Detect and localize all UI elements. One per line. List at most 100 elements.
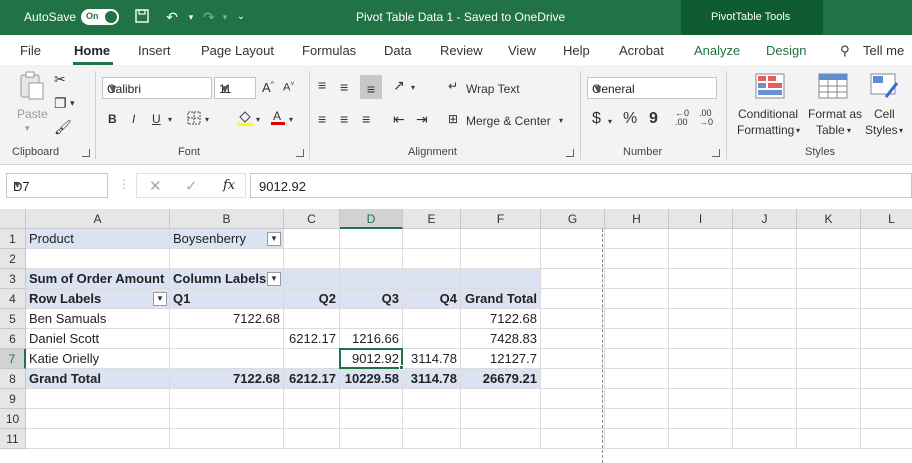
cell-c8[interactable]: 6212.17	[284, 369, 340, 389]
cell-j8[interactable]	[733, 369, 797, 389]
cell-k10[interactable]	[797, 409, 861, 429]
cell-c3[interactable]	[284, 269, 340, 289]
bold-button[interactable]: B	[108, 112, 117, 126]
cell-e4[interactable]: Q4	[403, 289, 461, 309]
paste-dropdown-icon[interactable]: ▾	[25, 123, 30, 134]
cell-i2[interactable]	[669, 249, 733, 269]
cell-k6[interactable]	[797, 329, 861, 349]
row-labels-dropdown-icon[interactable]: ▼	[153, 292, 167, 306]
cell-a4[interactable]: Row Labels	[26, 289, 170, 309]
cell-a10[interactable]	[26, 409, 170, 429]
tab-analyze[interactable]: Analyze	[694, 43, 740, 58]
orientation-dropdown-icon[interactable]: ▾	[411, 83, 415, 92]
cell-g1[interactable]	[541, 229, 605, 249]
formula-input[interactable]: 9012.92	[250, 173, 912, 198]
align-bottom-icon[interactable]: ≡	[360, 75, 382, 99]
cell-i6[interactable]	[669, 329, 733, 349]
cell-b4[interactable]: Q1	[170, 289, 284, 309]
cell-h9[interactable]	[605, 389, 669, 409]
cell-l11[interactable]	[861, 429, 912, 449]
cell-i1[interactable]	[669, 229, 733, 249]
cell-c10[interactable]	[284, 409, 340, 429]
tab-home[interactable]: Home	[74, 43, 110, 58]
cell-j6[interactable]	[733, 329, 797, 349]
cell-j2[interactable]	[733, 249, 797, 269]
cut-icon[interactable]: ✂	[54, 71, 66, 88]
cell-l1[interactable]	[861, 229, 912, 249]
column-header-g[interactable]: G	[541, 209, 605, 229]
cell-b8[interactable]: 7122.68	[170, 369, 284, 389]
cell-e5[interactable]	[403, 309, 461, 329]
tab-insert[interactable]: Insert	[138, 43, 171, 58]
decrease-indent-icon[interactable]: ⇤	[393, 111, 405, 128]
cell-l4[interactable]	[861, 289, 912, 309]
cell-f8[interactable]: 26679.21	[461, 369, 541, 389]
underline-dropdown-icon[interactable]: ▾	[168, 115, 172, 124]
merge-dropdown-icon[interactable]: ▾	[559, 116, 563, 125]
cell-d9[interactable]	[340, 389, 403, 409]
conditional-formatting-icon[interactable]	[755, 73, 785, 102]
cell-k1[interactable]	[797, 229, 861, 249]
font-launcher-icon[interactable]	[296, 149, 304, 157]
cell-i4[interactable]	[669, 289, 733, 309]
tab-page-layout[interactable]: Page Layout	[201, 43, 274, 58]
cell-j10[interactable]	[733, 409, 797, 429]
orientation-icon[interactable]: ↗	[393, 77, 405, 94]
cell-e2[interactable]	[403, 249, 461, 269]
cell-h6[interactable]	[605, 329, 669, 349]
column-header-i[interactable]: I	[669, 209, 733, 229]
cell-a1[interactable]: Product	[26, 229, 170, 249]
column-header-l[interactable]: L	[861, 209, 912, 229]
cell-styles-line2[interactable]: Styles	[865, 123, 898, 137]
cell-i9[interactable]	[669, 389, 733, 409]
font-size-select[interactable]: 11 ▼	[214, 77, 256, 99]
row-header-10[interactable]: 10	[0, 409, 26, 429]
row-header-11[interactable]: 11	[0, 429, 26, 449]
cell-e7[interactable]: 3114.78	[403, 349, 461, 369]
cell-i7[interactable]	[669, 349, 733, 369]
row-header-4[interactable]: 4	[0, 289, 26, 309]
row-header-8[interactable]: 8	[0, 369, 26, 389]
cell-b10[interactable]	[170, 409, 284, 429]
fill-color-icon[interactable]	[236, 109, 254, 130]
cell-l10[interactable]	[861, 409, 912, 429]
chevron-down-icon[interactable]: ▾	[847, 126, 851, 135]
autosave-toggle[interactable]: On	[81, 9, 119, 25]
copy-icon[interactable]: ❐	[54, 95, 67, 112]
cell-d8[interactable]: 10229.58	[340, 369, 403, 389]
tell-me-search-icon[interactable]: ⚲	[840, 43, 850, 59]
cell-h7[interactable]	[605, 349, 669, 369]
name-box[interactable]: D7 ▼	[6, 173, 108, 198]
cell-c5[interactable]	[284, 309, 340, 329]
column-header-b[interactable]: B	[170, 209, 284, 229]
cell-f7[interactable]: 12127.7	[461, 349, 541, 369]
cell-d11[interactable]	[340, 429, 403, 449]
cell-g9[interactable]	[541, 389, 605, 409]
cell-a5[interactable]: Ben Samuals	[26, 309, 170, 329]
cell-l9[interactable]	[861, 389, 912, 409]
comma-style-button[interactable]: 9	[649, 110, 658, 128]
product-filter-icon[interactable]: ▼	[267, 232, 281, 246]
cell-f10[interactable]	[461, 409, 541, 429]
decrease-decimal-icon[interactable]: .00 →0	[699, 109, 713, 127]
column-header-j[interactable]: J	[733, 209, 797, 229]
tab-view[interactable]: View	[508, 43, 536, 58]
paste-icon[interactable]	[16, 71, 46, 101]
cell-e8[interactable]: 3114.78	[403, 369, 461, 389]
cell-b9[interactable]	[170, 389, 284, 409]
cell-c2[interactable]	[284, 249, 340, 269]
cell-k11[interactable]	[797, 429, 861, 449]
wrap-text-icon[interactable]: ↵	[448, 79, 458, 93]
cell-i10[interactable]	[669, 409, 733, 429]
save-icon[interactable]	[133, 8, 151, 26]
cell-k9[interactable]	[797, 389, 861, 409]
cell-i8[interactable]	[669, 369, 733, 389]
cell-a9[interactable]	[26, 389, 170, 409]
cancel-icon[interactable]: ✕	[149, 177, 162, 195]
tab-data[interactable]: Data	[384, 43, 411, 58]
align-right-icon[interactable]: ≡	[362, 111, 370, 127]
cell-h8[interactable]	[605, 369, 669, 389]
merge-center-icon[interactable]: ⊞	[448, 112, 458, 126]
cell-g6[interactable]	[541, 329, 605, 349]
fill-color-dropdown-icon[interactable]: ▾	[256, 115, 260, 124]
